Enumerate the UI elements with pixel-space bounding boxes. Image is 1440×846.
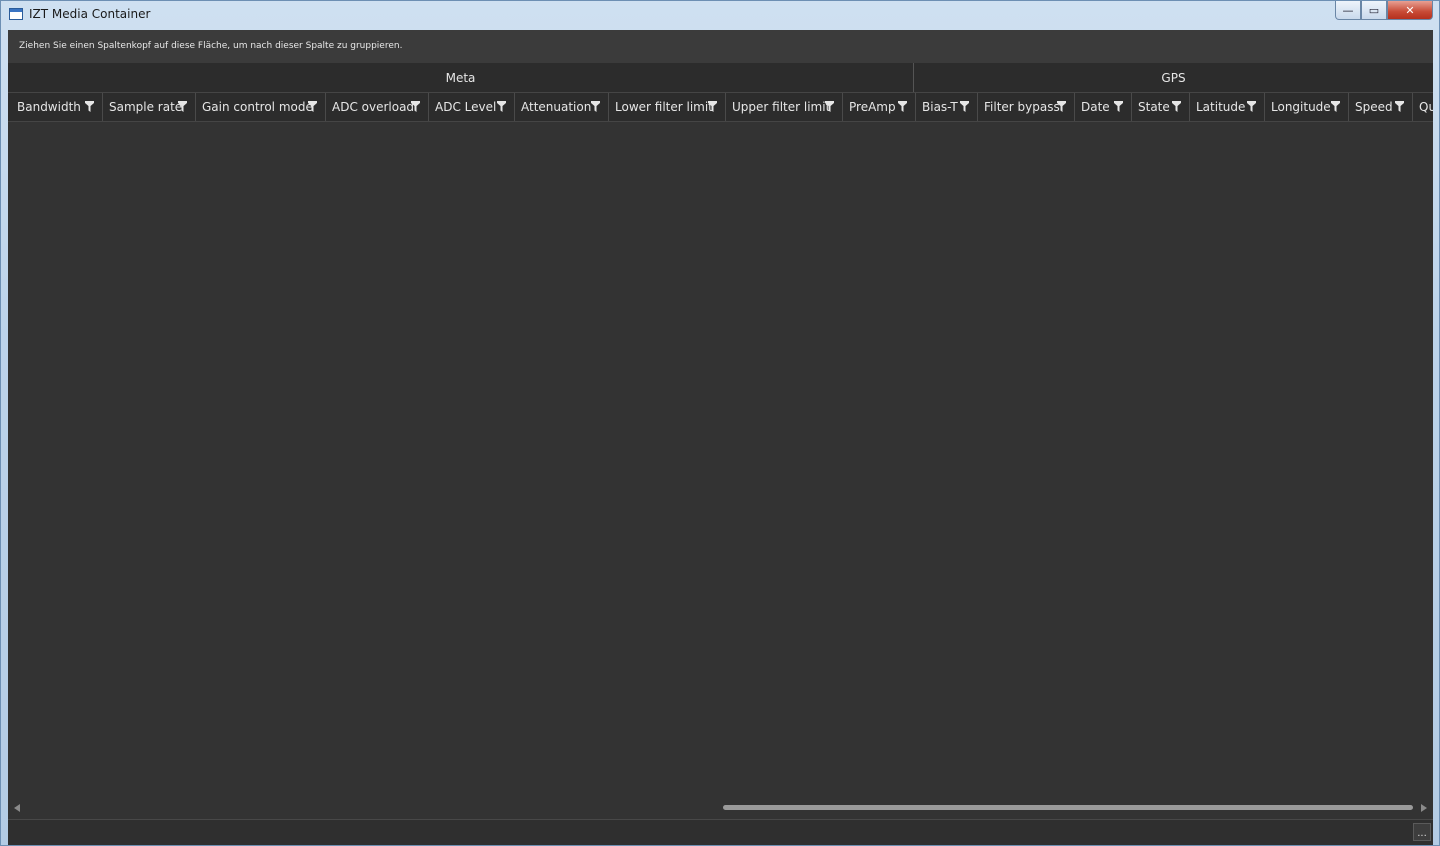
filter-icon[interactable] — [1057, 101, 1066, 112]
group-panel-hint: Ziehen Sie einen Spaltenkopf auf diese F… — [19, 41, 403, 51]
close-button[interactable]: ✕ — [1387, 1, 1433, 20]
filter-icon[interactable] — [708, 101, 717, 112]
grid-container: Ziehen Sie einen Spaltenkopf auf diese F… — [8, 30, 1433, 845]
column-header-label: State — [1138, 100, 1170, 114]
title-bar[interactable]: IZT Media Container — ▭ ✕ — [1, 1, 1439, 29]
column-header-filter-bypass[interactable]: Filter bypass — [978, 93, 1075, 121]
column-header-label: Upper filter limit — [732, 100, 831, 114]
column-group-gps: GPS — [1161, 70, 1186, 85]
column-header-label: Date — [1081, 100, 1110, 114]
filter-icon[interactable] — [411, 101, 420, 112]
filter-icon[interactable] — [591, 101, 600, 112]
column-header-label: Gain control mode — [202, 100, 313, 114]
minimize-button[interactable]: — — [1335, 1, 1361, 20]
column-header-label: Bias-T — [922, 100, 958, 114]
column-header-gain-control-mode[interactable]: Gain control mode — [196, 93, 326, 121]
column-header-state[interactable]: State — [1132, 93, 1190, 121]
column-header-latitude[interactable]: Latitude — [1190, 93, 1265, 121]
column-header-label: Lower filter limit — [615, 100, 713, 114]
filter-icon[interactable] — [898, 101, 907, 112]
filter-icon[interactable] — [497, 101, 506, 112]
window-controls: — ▭ ✕ — [1335, 1, 1433, 21]
column-header-adc-overload[interactable]: ADC overload — [326, 93, 429, 121]
filter-icon[interactable] — [960, 101, 969, 112]
maximize-button[interactable]: ▭ — [1361, 1, 1387, 20]
filter-icon[interactable] — [825, 101, 834, 112]
column-header-attenuation[interactable]: Attenuation — [515, 93, 609, 121]
close-icon: ✕ — [1405, 3, 1415, 17]
column-header-label: ADC Level — [435, 100, 497, 114]
column-header-upper-filter-limit[interactable]: Upper filter limit — [726, 93, 843, 121]
filter-icon[interactable] — [178, 101, 187, 112]
filter-icon[interactable] — [1172, 101, 1181, 112]
status-more-button[interactable]: ... — [1413, 823, 1431, 841]
column-group-meta: Meta — [8, 63, 914, 92]
column-header-label: Bandwidth — [17, 100, 81, 114]
column-header-sample-rate[interactable]: Sample rate — [103, 93, 196, 121]
window-title: IZT Media Container — [29, 7, 151, 21]
column-header-label: PreAmp — [849, 100, 896, 114]
filter-icon[interactable] — [1331, 101, 1340, 112]
column-header-bandwidth[interactable]: Bandwidth — [11, 93, 103, 121]
column-header-label: Qu — [1419, 100, 1433, 114]
column-header-label: Longitude — [1271, 100, 1331, 114]
column-header-preamp[interactable]: PreAmp — [843, 93, 916, 121]
column-header-longitude[interactable]: Longitude — [1265, 93, 1349, 121]
filter-icon[interactable] — [85, 101, 94, 112]
app-icon — [9, 8, 23, 20]
column-header-date[interactable]: Date — [1075, 93, 1132, 121]
scroll-right-icon[interactable] — [1421, 804, 1427, 812]
column-header-speed[interactable]: Speed — [1349, 93, 1413, 121]
column-header-lower-filter-limit[interactable]: Lower filter limit — [609, 93, 726, 121]
column-header-qu[interactable]: Qu — [1413, 93, 1433, 121]
scroll-left-icon[interactable] — [14, 804, 20, 812]
column-header-bias-t[interactable]: Bias-T — [916, 93, 978, 121]
column-header-label: Sample rate — [109, 100, 183, 114]
horizontal-scrollbar[interactable] — [8, 800, 1433, 816]
filter-icon[interactable] — [308, 101, 317, 112]
column-header-adc-level[interactable]: ADC Level — [429, 93, 515, 121]
column-header-label: Filter bypass — [984, 100, 1060, 114]
app-window: IZT Media Container — ▭ ✕ Ziehen Sie ein… — [0, 0, 1440, 846]
column-header-row: Bandwidth Sample rate Gain control mode ADC… — [8, 93, 1433, 122]
column-header-label: Speed — [1355, 100, 1393, 114]
minimize-icon: — — [1342, 3, 1354, 17]
scroll-thumb[interactable] — [723, 805, 1413, 810]
column-group-row: Meta GPS — [8, 63, 1433, 93]
column-header-label: Latitude — [1196, 100, 1246, 114]
column-header-label: ADC overload — [332, 100, 415, 114]
maximize-icon: ▭ — [1368, 3, 1380, 17]
status-bar: ... — [8, 819, 1433, 845]
group-drop-panel[interactable]: Ziehen Sie einen Spaltenkopf auf diese F… — [8, 30, 1433, 64]
filter-icon[interactable] — [1114, 101, 1123, 112]
grid-body[interactable] — [8, 122, 1433, 800]
column-header-label: Attenuation — [521, 100, 592, 114]
filter-icon[interactable] — [1247, 101, 1256, 112]
filter-icon[interactable] — [1395, 101, 1404, 112]
